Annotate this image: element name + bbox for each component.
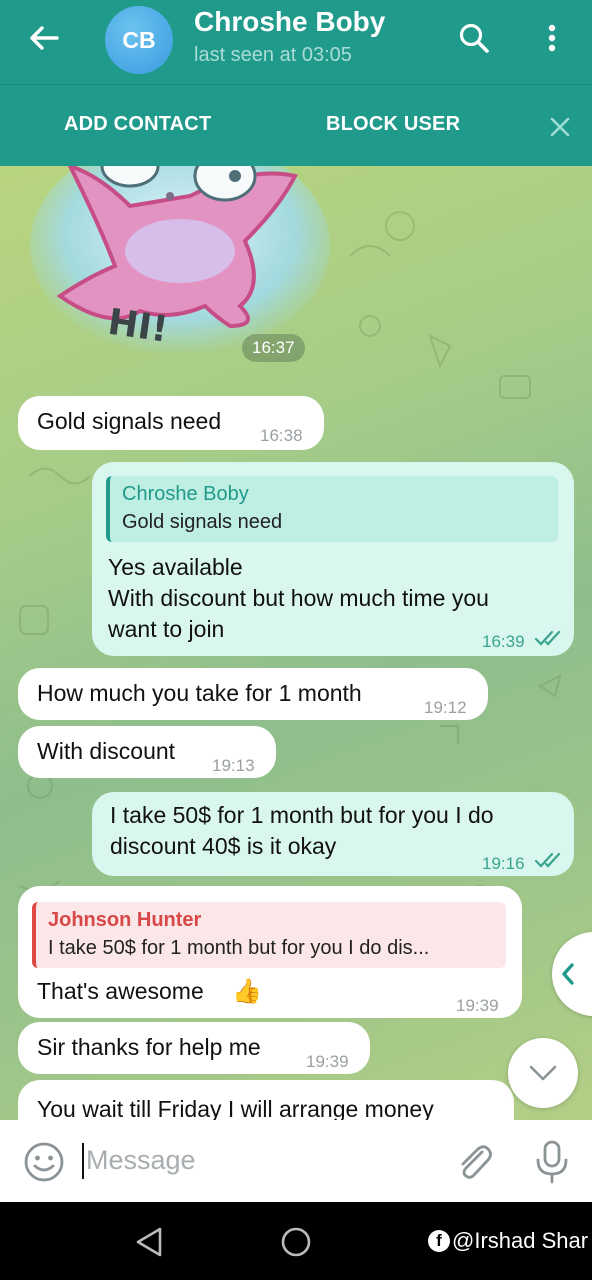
smiley-icon: [24, 1142, 64, 1182]
message-time: 19:13: [212, 756, 255, 775]
block-user-button[interactable]: BLOCK USER: [326, 113, 460, 136]
more-options-button[interactable]: [532, 16, 572, 60]
reply-sender-name: Chroshe Boby: [122, 483, 249, 505]
message-time: 16:38: [260, 426, 303, 445]
chevron-down-icon: [529, 1065, 557, 1081]
outgoing-message[interactable]: I take 50$ for 1 month but for you I do …: [92, 792, 574, 876]
nav-home-button[interactable]: [280, 1226, 312, 1258]
incoming-message[interactable]: How much you take for 1 month 19:12: [18, 668, 488, 720]
avatar[interactable]: CB: [105, 6, 173, 74]
double-check-icon: [534, 852, 561, 868]
chat-area[interactable]: HI! 16:37 Gold signals need 16:38 Chrosh…: [0, 166, 592, 1120]
incoming-message[interactable]: With discount 19:13: [18, 726, 276, 778]
outgoing-message[interactable]: Chroshe Boby Gold signals need Yes avail…: [92, 462, 574, 656]
message-composer: [0, 1120, 592, 1202]
reply-quote[interactable]: Chroshe Boby Gold signals need: [106, 476, 558, 542]
text-caret: [82, 1143, 84, 1179]
message-text: You wait till Friday I will arrange mone…: [37, 1096, 434, 1120]
message-time: 16:37: [242, 334, 305, 362]
watermark: f @Irshad Shar: [428, 1228, 588, 1254]
app-bar: CB Chroshe Boby last seen at 03:05: [0, 0, 592, 84]
message-time: 19:16: [482, 854, 525, 873]
message-text: Gold signals need: [37, 408, 222, 434]
more-vertical-icon: [548, 24, 556, 52]
message-time: 16:39: [482, 632, 525, 651]
message-line: want to join: [108, 616, 225, 642]
facebook-icon: f: [428, 1230, 450, 1252]
nav-back-button[interactable]: [134, 1226, 164, 1258]
incoming-message[interactable]: Sir thanks for help me 19:39: [18, 1022, 370, 1074]
attach-button[interactable]: [452, 1140, 496, 1184]
message-time: 19:39: [456, 996, 499, 1015]
message-text: With discount: [37, 738, 176, 764]
message-line: Yes available: [108, 554, 243, 580]
thumbs-up-emoji: 👍: [232, 978, 262, 1005]
circle-home-icon: [281, 1227, 311, 1257]
close-icon: [550, 117, 570, 137]
last-seen-status: last seen at 03:05: [194, 44, 352, 66]
back-button[interactable]: [22, 18, 66, 58]
watermark-text: @Irshad Shar: [452, 1228, 589, 1253]
chevron-left-icon: [562, 963, 574, 985]
message-line: discount 40$ is it okay: [110, 833, 337, 859]
incoming-message[interactable]: You wait till Friday I will arrange mone…: [18, 1080, 514, 1120]
message-time: 19:12: [424, 698, 467, 717]
contact-action-bar: ADD CONTACT BLOCK USER: [0, 84, 592, 166]
message-line: With discount but how much time you: [108, 585, 489, 611]
message-text: How much you take for 1 month: [37, 680, 362, 706]
scroll-to-bottom-button[interactable]: [508, 1038, 578, 1108]
add-contact-button[interactable]: ADD CONTACT: [64, 113, 211, 136]
search-icon: [459, 23, 489, 53]
message-text: That's awesome: [37, 978, 204, 1004]
sticker-text: HI!: [105, 302, 170, 351]
message-line: I take 50$ for 1 month but for you I do: [110, 802, 494, 828]
reply-quoted-text: Gold signals need: [122, 511, 283, 533]
reply-sender-name: Johnson Hunter: [48, 909, 202, 931]
system-navigation-bar: f @Irshad Shar: [0, 1202, 592, 1280]
message-text: Yes available With discount but how much…: [108, 552, 489, 645]
incoming-message[interactable]: Johnson Hunter I take 50$ for 1 month bu…: [18, 886, 522, 1018]
close-action-bar-button[interactable]: [544, 111, 576, 143]
incoming-message[interactable]: Gold signals need 16:38: [18, 396, 324, 450]
message-time: 19:39: [306, 1052, 349, 1071]
reply-quoted-text: I take 50$ for 1 month but for you I do …: [48, 937, 430, 959]
message-text: Sir thanks for help me: [37, 1034, 261, 1060]
reply-quote[interactable]: Johnson Hunter I take 50$ for 1 month bu…: [32, 902, 506, 968]
message-text: I take 50$ for 1 month but for you I do …: [110, 800, 494, 862]
message-input[interactable]: [86, 1138, 426, 1182]
double-check-icon: [534, 630, 561, 646]
triangle-back-icon: [136, 1227, 162, 1257]
voice-record-button[interactable]: [532, 1138, 572, 1184]
contact-name[interactable]: Chroshe Boby: [194, 6, 385, 38]
paperclip-icon: [461, 1145, 492, 1179]
microphone-icon: [536, 1140, 568, 1184]
arrow-left-icon: [30, 26, 59, 50]
emoji-button[interactable]: [22, 1140, 66, 1184]
search-button[interactable]: [452, 16, 496, 60]
